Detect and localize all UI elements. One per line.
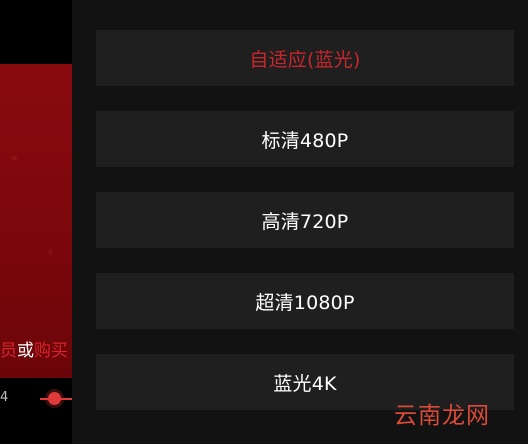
video-frame[interactable] [0, 64, 72, 378]
promo-text-part2: 或 [17, 341, 34, 361]
promo-text-part1: 员 [0, 341, 17, 361]
video-player-area[interactable]: 员或购买 4 [0, 0, 72, 444]
quality-panel: 自适应(蓝光) 标清480P 高清720P 超清1080P 蓝光4K 云南龙网 [72, 0, 528, 444]
quality-option-1080p[interactable]: 超清1080P [96, 273, 514, 329]
progress-thumb[interactable] [48, 392, 61, 405]
promo-text-part3[interactable]: 购买 [34, 341, 68, 361]
quality-option-720p[interactable]: 高清720P [96, 192, 514, 248]
quality-option-480p[interactable]: 标清480P [96, 111, 514, 167]
promo-text[interactable]: 员或购买 [0, 340, 68, 362]
quality-option-adaptive[interactable]: 自适应(蓝光) [96, 30, 514, 86]
time-label: 4 [0, 390, 9, 405]
watermark-text: 云南龙网 [394, 403, 490, 429]
